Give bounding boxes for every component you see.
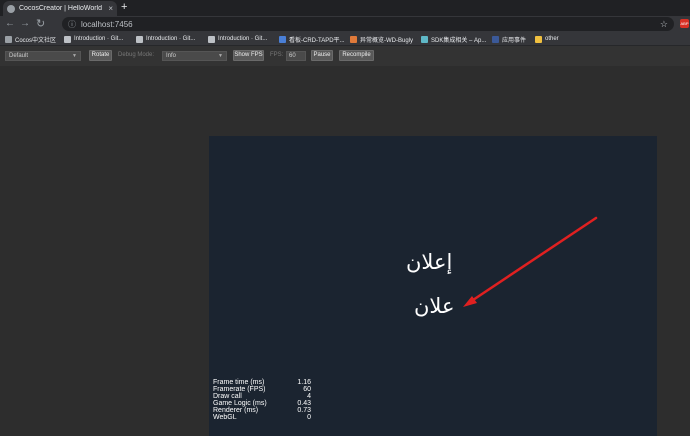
bookmark-label: 应用事件 [502, 37, 527, 44]
bookmark-star-icon[interactable]: ☆ [660, 19, 668, 30]
preview-toolbar: Default ▼ Rotate Debug Mode: Info ▼ Show… [0, 46, 690, 66]
stat-value: 60 [303, 386, 311, 393]
stats-row: Renderer (ms) 0.73 [213, 407, 311, 414]
debug-mode-select[interactable]: Info ▼ [162, 51, 227, 61]
back-icon[interactable]: ← [5, 18, 15, 30]
bookmark-label: Introduction · Git... [218, 36, 268, 42]
address-bar[interactable]: ⓘ localhost:7456 ☆ [62, 17, 674, 31]
rotate-button[interactable]: Rotate [89, 50, 112, 61]
bookmark-label: Cocos中文社区 [15, 37, 57, 44]
bookmark-item[interactable]: 看板-CRD-TAPD平... [279, 34, 345, 44]
bookmark-label: SDK集成相关 – Ap... [431, 37, 487, 44]
label-top-arabic: إعلان [406, 250, 453, 274]
stats-row: WebGL 0 [213, 414, 311, 421]
tab-close-icon[interactable]: × [108, 4, 113, 13]
bookmark-label: 看板-CRD-TAPD平... [289, 37, 345, 44]
bookmark-item[interactable]: 异常概览-WD-Bugly [350, 34, 413, 44]
stat-name: Draw call [213, 393, 242, 400]
chevron-down-icon: ▼ [72, 53, 77, 59]
facebook-icon [492, 35, 499, 43]
stat-value: 1.16 [297, 379, 311, 386]
bookmark-label: other [545, 36, 559, 42]
game-canvas[interactable]: إعلان علان Frame time (ms) 1.16 Framerate… [209, 136, 657, 436]
sdk-icon [421, 35, 428, 43]
folder-icon [535, 35, 542, 43]
bookmark-item[interactable]: Introduction · Git... [208, 34, 267, 44]
tapd-icon [279, 35, 286, 43]
bookmark-icon [5, 35, 12, 43]
github-book-icon [208, 35, 215, 43]
bookmark-label: 异常概览-WD-Bugly [360, 37, 414, 44]
tab-cocos-helloworld[interactable]: CocosCreator | HelloWorld × [3, 1, 117, 16]
debug-mode-label: Debug Mode: [118, 52, 155, 58]
fps-input[interactable]: 60 [286, 51, 306, 61]
fps-stats-panel: Frame time (ms) 1.16 Framerate (FPS) 60 Dr… [213, 379, 311, 421]
stat-value: 0 [307, 414, 311, 421]
stat-name: Framerate (FPS) [213, 386, 266, 393]
stats-row: Framerate (FPS) 60 [213, 386, 311, 393]
bookmark-label: Introduction · Git... [146, 36, 196, 42]
stat-value: 0.43 [297, 400, 311, 407]
site-info-icon[interactable]: ⓘ [68, 19, 76, 30]
stat-value: 4 [307, 393, 311, 400]
stats-row: Frame time (ms) 1.16 [213, 379, 311, 386]
browser-toolbar: ← → ↻ ⓘ localhost:7456 ☆ [0, 16, 690, 32]
show-fps-button[interactable]: Show FPS [233, 50, 264, 61]
device-select[interactable]: Default ▼ [5, 51, 81, 61]
adblock-extension-icon[interactable]: ABP [680, 19, 689, 28]
github-book-icon [64, 35, 71, 43]
bookmark-item[interactable]: Introduction · Git... [64, 34, 123, 44]
bookmark-label: Introduction · Git... [74, 36, 124, 42]
bookmark-item[interactable]: Cocos中文社区 [5, 34, 56, 44]
reload-icon[interactable]: ↻ [36, 18, 45, 30]
bookmark-item[interactable]: Introduction · Git... [136, 34, 195, 44]
stats-row: Draw call 4 [213, 393, 311, 400]
cocos-favicon-icon [7, 4, 15, 13]
bookmark-item[interactable]: SDK集成相关 – Ap... [421, 34, 486, 44]
bookmark-folder-other[interactable]: other [535, 34, 559, 44]
bookmark-item[interactable]: 应用事件 [492, 34, 526, 44]
chevron-down-icon: ▼ [218, 53, 223, 59]
bugly-icon [350, 35, 357, 43]
recompile-button[interactable]: Recompile [339, 50, 374, 61]
url-text[interactable]: localhost:7456 [81, 20, 660, 29]
bookmarks-bar: Cocos中文社区 Introduction · Git... Introduc… [0, 32, 690, 46]
stats-row: Game Logic (ms) 0.43 [213, 400, 311, 407]
label-bottom-arabic: علان [414, 294, 455, 318]
device-select-value: Default [9, 53, 29, 59]
new-tab-button[interactable]: + [121, 1, 127, 14]
pause-button[interactable]: Pause [311, 50, 333, 61]
debug-mode-value: Info [166, 53, 177, 59]
fps-label: FPS: [270, 52, 284, 58]
stat-name: Game Logic (ms) [213, 400, 267, 407]
tab-strip: CocosCreator | HelloWorld × + [0, 0, 690, 16]
stat-name: WebGL [213, 414, 237, 421]
tab-title: CocosCreator | HelloWorld [19, 5, 102, 12]
stat-name: Frame time (ms) [213, 379, 265, 386]
forward-icon[interactable]: → [20, 18, 30, 30]
github-book-icon [136, 35, 143, 43]
stat-value: 0.73 [297, 407, 311, 414]
stat-name: Renderer (ms) [213, 407, 259, 414]
